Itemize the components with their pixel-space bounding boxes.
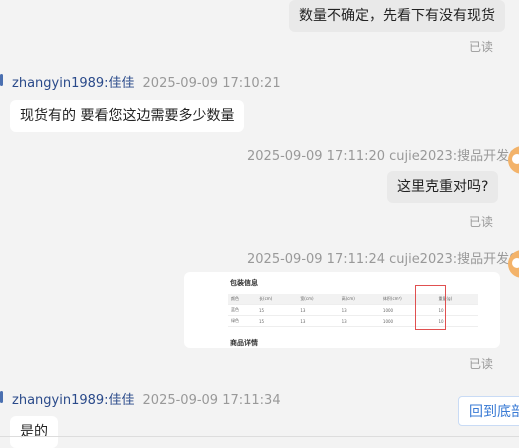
message-text: 是的 bbox=[20, 424, 48, 440]
timestamp: 2025-09-09 17:11:24 bbox=[247, 252, 386, 267]
sender-name[interactable]: zhangyin1989:佳佳 bbox=[12, 393, 135, 408]
message-meta: 2025-09-09 17:11:20cujie2023:搜品开发041 bbox=[247, 145, 519, 164]
message-text: 现货有的 要看您这边需要多少数量 bbox=[20, 108, 235, 124]
message-bubble-outgoing: 这里克重对吗? bbox=[387, 171, 499, 203]
message-text: 这里克重对吗? bbox=[397, 179, 489, 195]
read-status: 已读 bbox=[469, 357, 494, 371]
timestamp: 2025-09-09 17:10:21 bbox=[142, 76, 281, 91]
message-meta: zhangyin1989:佳佳 2025-09-09 17:10:21 bbox=[12, 72, 281, 91]
sender-name: cujie2023:搜品开发041 bbox=[389, 149, 519, 164]
image-footer: 商品详情 bbox=[230, 339, 258, 347]
read-status: 已读 bbox=[469, 40, 494, 54]
table-header-cell: 高(cm) bbox=[338, 294, 380, 305]
timestamp: 2025-09-09 17:11:20 bbox=[247, 149, 386, 164]
incoming-marker bbox=[0, 74, 3, 86]
table-header-cell: 颜色 bbox=[228, 294, 257, 305]
message-meta: zhangyin1989:佳佳 2025-09-09 17:11:34 bbox=[12, 389, 281, 408]
message-bubble-outgoing: 数量不确定，先看下有没有现货 bbox=[289, 0, 505, 32]
table-cell: 15 bbox=[256, 304, 298, 316]
table-cell: 绿色 bbox=[228, 315, 257, 327]
sender-name: cujie2023:搜品开发041 bbox=[389, 252, 519, 267]
table-cell: 13 bbox=[297, 315, 339, 327]
message-text: 数量不确定，先看下有没有现货 bbox=[299, 8, 495, 24]
read-status: 已读 bbox=[469, 215, 494, 229]
table-cell: 13 bbox=[297, 304, 339, 316]
message-bubble-incoming: 现货有的 要看您这边需要多少数量 bbox=[10, 100, 245, 132]
table-cell: 15 bbox=[256, 315, 298, 327]
table-cell: 蓝色 bbox=[228, 304, 257, 316]
highlight-box bbox=[415, 285, 446, 330]
table-header-cell: 宽(cm) bbox=[297, 294, 339, 305]
message-bubble-incoming: 是的 bbox=[10, 416, 58, 448]
back-to-bottom-button[interactable]: 回到底部 bbox=[458, 396, 519, 426]
table-cell: 13 bbox=[338, 304, 380, 316]
table-header-cell: 长(cm) bbox=[256, 294, 298, 305]
table-cell: 13 bbox=[338, 315, 380, 327]
divider bbox=[0, 436, 519, 437]
incoming-marker bbox=[0, 391, 3, 403]
image-title: 包装信息 bbox=[230, 279, 258, 287]
message-meta: 2025-09-09 17:11:24cujie2023:搜品开发041 bbox=[247, 248, 519, 267]
sender-name[interactable]: zhangyin1989:佳佳 bbox=[12, 76, 135, 91]
timestamp: 2025-09-09 17:11:34 bbox=[142, 393, 281, 408]
image-attachment[interactable]: 包装信息 颜色 长(cm) 宽(cm) 高(cm) 体积(cm³) 重量(g) … bbox=[184, 272, 500, 348]
